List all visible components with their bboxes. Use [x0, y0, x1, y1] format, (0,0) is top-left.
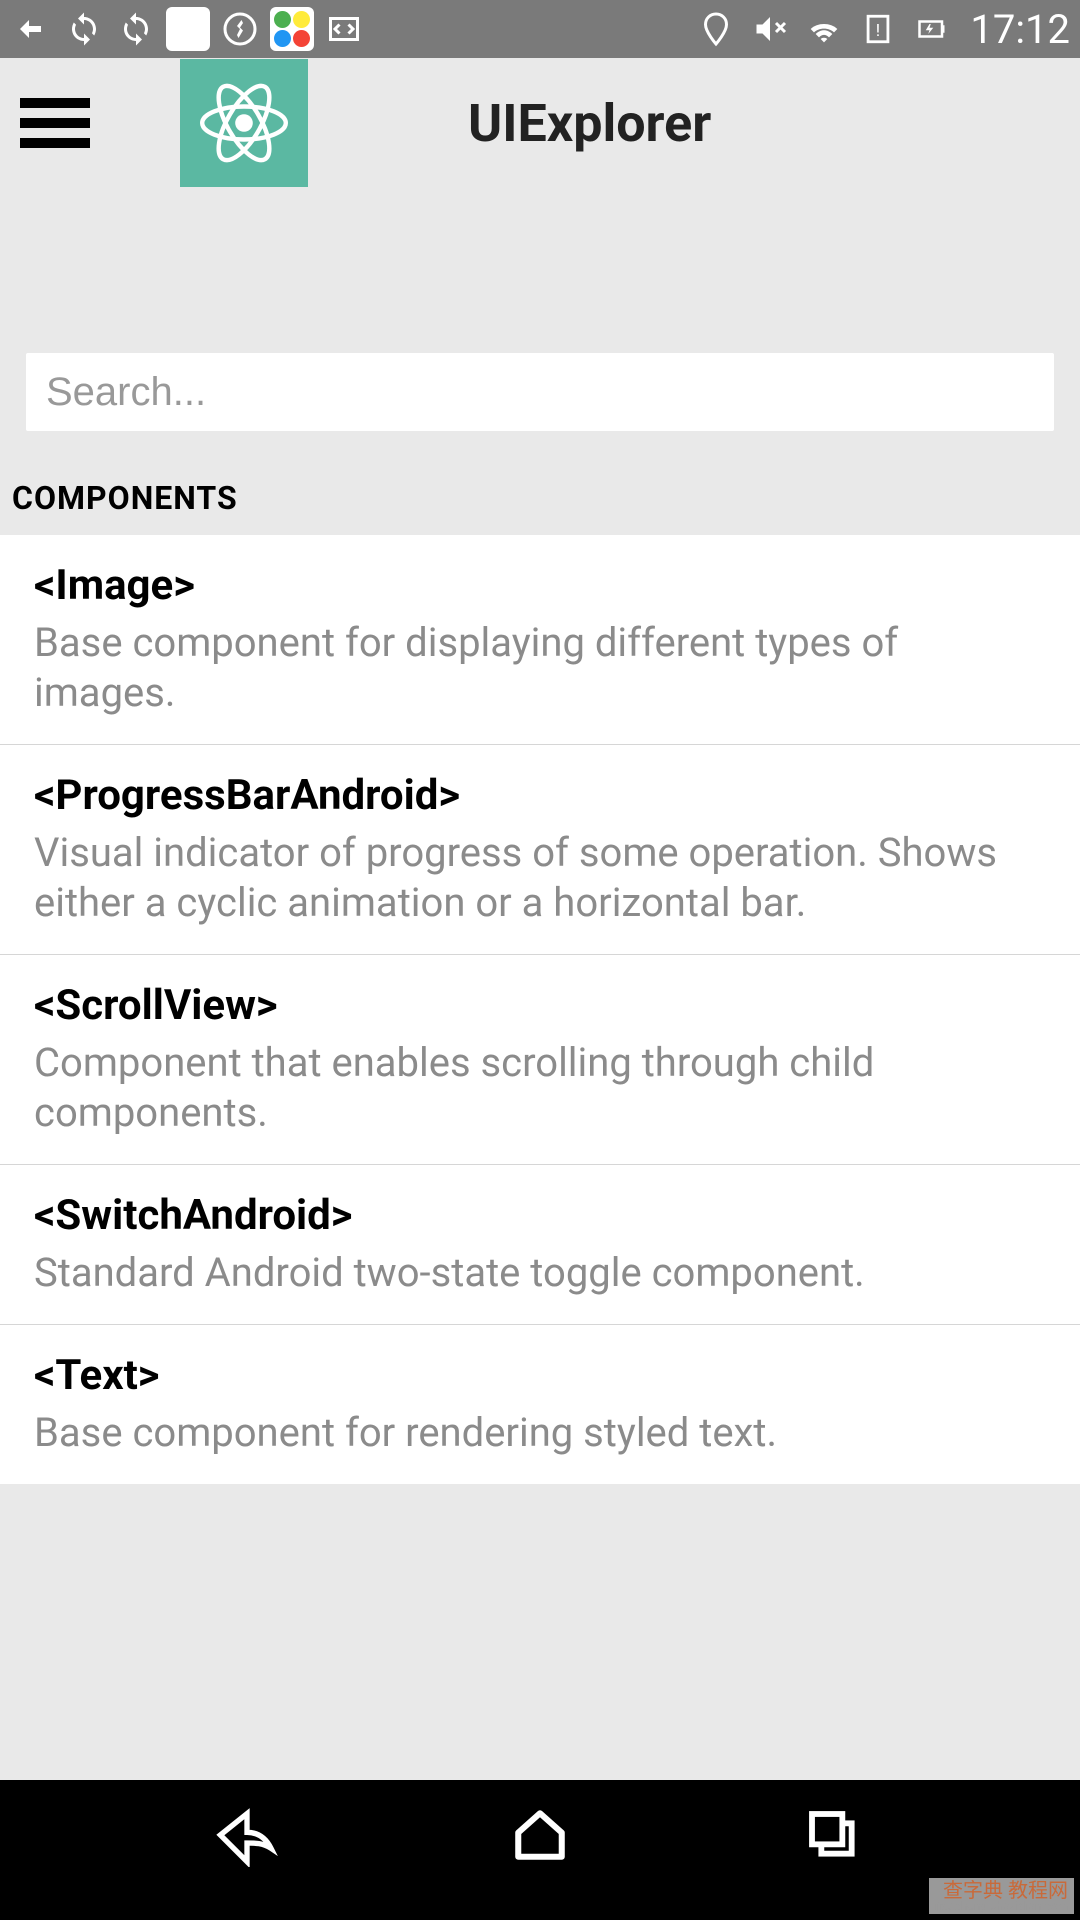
list-item-desc: Visual indicator of progress of some ope… [34, 828, 1046, 928]
app-title: UIExplorer [468, 93, 711, 154]
app-icon-blank [166, 7, 210, 51]
list-item-desc: Base component for displaying different … [34, 618, 1046, 718]
wifi-icon [802, 7, 846, 51]
code-icon [322, 7, 366, 51]
list-item-image[interactable]: <Image> Base component for displaying di… [0, 535, 1080, 745]
svg-text:!: ! [876, 21, 880, 41]
list-item-switchandroid[interactable]: <SwitchAndroid> Standard Android two-sta… [0, 1165, 1080, 1325]
running-icon [218, 7, 262, 51]
watermark-sub: jiaocheng.chazidian.com [935, 1900, 1068, 1912]
search-container [0, 353, 1080, 451]
list-item-progressbar[interactable]: <ProgressBarAndroid> Visual indicator of… [0, 745, 1080, 955]
location-icon [694, 7, 738, 51]
sync1-icon [62, 7, 106, 51]
list-item-title: <Text> [34, 1351, 1046, 1400]
list-item-title: <SwitchAndroid> [34, 1191, 1046, 1240]
section-header-components: COMPONENTS [0, 451, 1080, 535]
recent-apps-button[interactable] [793, 1795, 873, 1875]
list-item-text[interactable]: <Text> Base component for rendering styl… [0, 1325, 1080, 1484]
sim-icon: ! [856, 7, 900, 51]
list-item-desc: Component that enables scrolling through… [34, 1038, 1046, 1138]
list-item-title: <ScrollView> [34, 981, 1046, 1030]
app-header: UIExplorer [0, 58, 1080, 188]
watermark: 查字典 教程网 jiaocheng.chazidian.com [929, 1878, 1074, 1914]
status-clock: 17:12 [970, 6, 1070, 53]
back-button[interactable] [207, 1795, 287, 1875]
component-list[interactable]: <Image> Base component for displaying di… [0, 535, 1080, 1484]
color-app-icon [270, 7, 314, 51]
list-item-title: <ProgressBarAndroid> [34, 771, 1046, 820]
volume-mute-icon [748, 7, 792, 51]
share-icon [10, 7, 54, 51]
list-item-scrollview[interactable]: <ScrollView> Component that enables scro… [0, 955, 1080, 1165]
list-item-desc: Base component for rendering styled text… [34, 1408, 1046, 1458]
menu-button[interactable] [20, 98, 90, 148]
sync2-icon [114, 7, 158, 51]
android-nav-bar [0, 1780, 1080, 1920]
react-logo-icon [180, 59, 308, 187]
list-item-title: <Image> [34, 561, 1046, 610]
home-button[interactable] [500, 1795, 580, 1875]
battery-icon [910, 7, 954, 51]
android-status-bar: ! 17:12 [0, 0, 1080, 58]
header-spacer [0, 188, 1080, 353]
search-input[interactable] [26, 353, 1054, 431]
list-item-desc: Standard Android two-state toggle compon… [34, 1248, 1046, 1298]
